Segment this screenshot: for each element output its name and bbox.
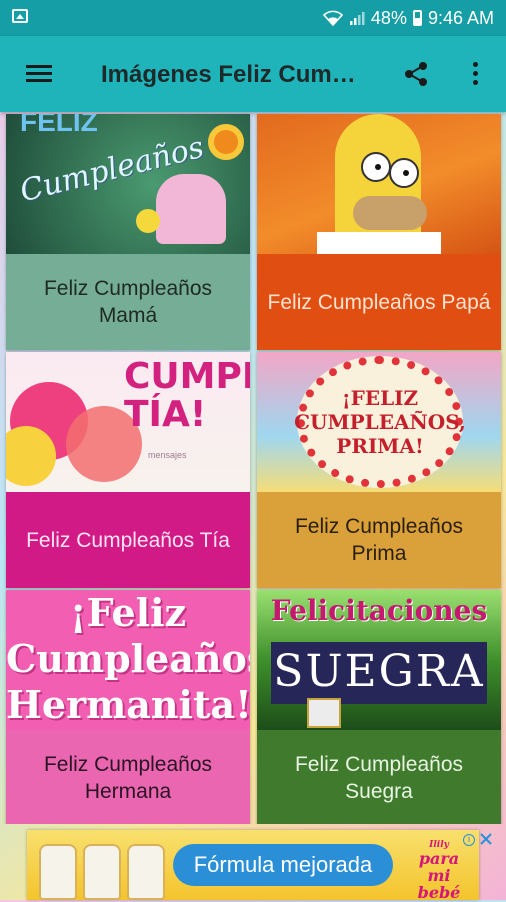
thumbnail-hermana: ¡Feliz Cumpleaños Hermanita! [6, 590, 250, 730]
battery-percentage: 48% [370, 7, 407, 28]
card-caption: Feliz Cumpleaños Papá [257, 254, 501, 350]
gift-image [307, 698, 341, 728]
clock: 9:46 AM [427, 7, 494, 28]
thumbnail-tia-watermark: mensajes [148, 450, 187, 460]
share-icon[interactable] [402, 60, 430, 88]
card-mama[interactable]: FELIZ Cumpleaños Feliz Cumpleaños Mamá [6, 114, 250, 350]
ad-headline: Fórmula mejorada [173, 844, 393, 886]
category-grid: FELIZ Cumpleaños Feliz Cumpleaños Mamá F… [0, 112, 506, 824]
cartoon-muzzle-image [353, 196, 427, 230]
card-hermana[interactable]: ¡Feliz Cumpleaños Hermanita! Feliz Cumpl… [6, 590, 250, 824]
flower-image [208, 124, 244, 160]
more-options-icon[interactable] [470, 60, 480, 88]
thumbnail-prima-text: ¡FELIZ CUMPLEAÑOS, PRIMA! [294, 356, 466, 488]
card-caption: Feliz Cumpleaños Mamá [6, 254, 250, 350]
ad-banner[interactable]: Fórmula mejorada Ilily para mi bebé i [27, 830, 492, 901]
thumbnail-hermana-text: ¡Feliz Cumpleaños Hermanita! [6, 590, 250, 727]
thumbnail-mama: FELIZ Cumpleaños [6, 114, 250, 254]
ad-info-icon[interactable]: i [463, 834, 475, 846]
card-caption: Feliz Cumpleaños Suegra [257, 730, 501, 824]
thumbnail-suegra: Felicitaciones SUEGRA [257, 590, 501, 730]
card-papa[interactable]: Feliz Cumpleaños Papá [257, 114, 501, 350]
bottle-image [39, 844, 77, 900]
bottle-image [83, 844, 121, 900]
cartoon-shirt-image [317, 232, 441, 254]
thumbnail-tia-text: CUMPLE TÍA! [124, 356, 250, 435]
ad-product-image [35, 834, 175, 900]
ad-close-icon[interactable] [479, 832, 493, 846]
card-caption: Feliz Cumpleaños Tía [6, 492, 250, 588]
ad-brand-logo: Ilily para mi bebé [407, 840, 471, 901]
status-bar: 48% 9:46 AM [0, 0, 506, 36]
wifi-icon [322, 10, 343, 26]
card-caption: Feliz Cumpleaños Prima [257, 492, 501, 588]
battery-icon [412, 10, 422, 26]
app-title: Imágenes Feliz Cumpleaños [101, 61, 361, 88]
app-toolbar: Imágenes Feliz Cumpleaños [0, 36, 506, 112]
card-prima[interactable]: ¡FELIZ CUMPLEAÑOS, PRIMA! Feliz Cumpleañ… [257, 352, 501, 588]
cupcake-image [156, 174, 226, 244]
card-caption: Feliz Cumpleaños Hermana [6, 730, 250, 824]
card-tia[interactable]: CUMPLE TÍA! mensajes Feliz Cumpleaños Tí… [6, 352, 250, 588]
menu-icon[interactable] [26, 65, 52, 83]
thumbnail-suegra-name: SUEGRA [273, 646, 485, 697]
thumbnail-papa [257, 114, 501, 254]
cartoon-eye-image [361, 152, 391, 182]
thumbnail-mama-title: FELIZ [20, 114, 98, 137]
cartoon-eye-image [389, 158, 419, 188]
bottle-image [127, 844, 165, 900]
card-suegra[interactable]: Felicitaciones SUEGRA Feliz Cumpleaños S… [257, 590, 501, 824]
thumbnail-suegra-title: Felicitaciones [270, 594, 488, 627]
signal-icon [349, 12, 365, 25]
status-indicators: 48% 9:46 AM [322, 0, 494, 36]
chick-image [136, 209, 160, 233]
thumbnail-tia: CUMPLE TÍA! mensajes [6, 352, 250, 492]
thumbnail-prima: ¡FELIZ CUMPLEAÑOS, PRIMA! [257, 352, 501, 492]
gallery-notification-icon [12, 9, 28, 23]
ad-brand-text: para mi bebé [417, 849, 461, 902]
